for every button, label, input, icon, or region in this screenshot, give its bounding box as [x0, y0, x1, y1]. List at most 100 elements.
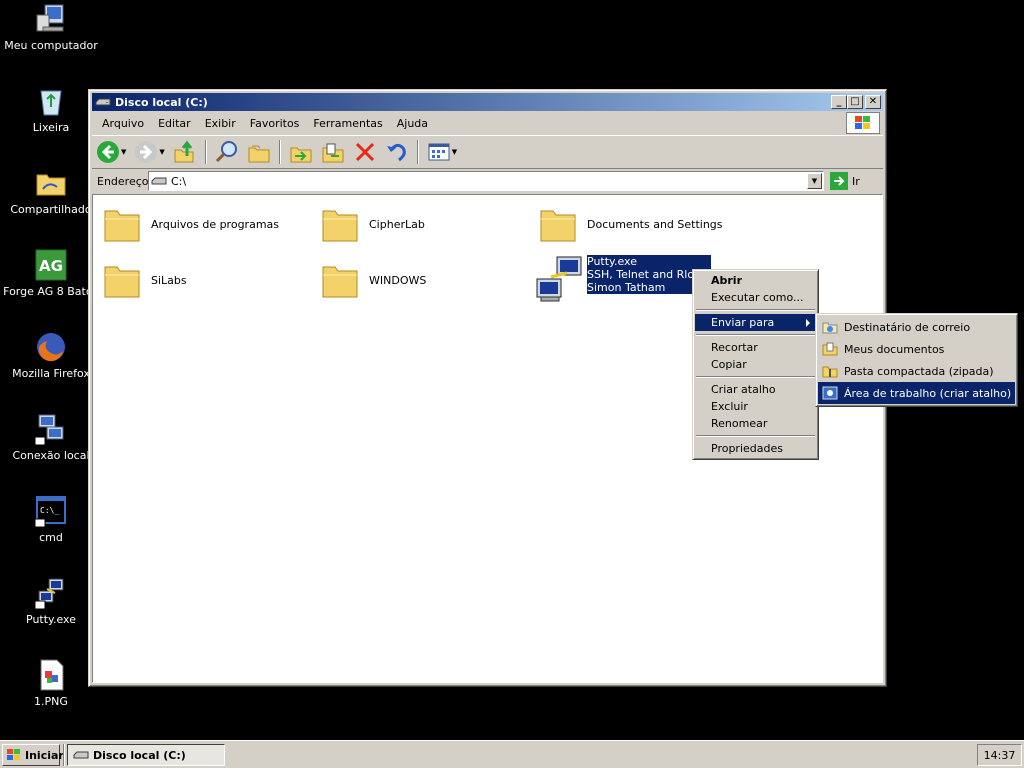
desktop-icon-my-computer[interactable]: Meu computador: [3, 3, 99, 52]
menu-item-create-shortcut[interactable]: Criar atalho: [695, 381, 816, 398]
windows-logo-icon: [6, 748, 22, 762]
views-dropdown-icon[interactable]: ▼: [452, 148, 457, 156]
maximize-button[interactable]: □: [847, 95, 863, 109]
back-arrow-icon: [97, 141, 119, 163]
windows-logo-icon: [846, 112, 880, 134]
search-button[interactable]: [213, 138, 241, 166]
file-item[interactable]: Documents and Settings: [539, 205, 723, 243]
send-to-submenu: Destinatário de correio Meus documentos …: [815, 313, 1018, 407]
drive-icon: [95, 96, 111, 108]
folder-icon: [322, 210, 358, 242]
menu-item-run-as[interactable]: Executar como...: [695, 289, 816, 306]
views-icon: [428, 143, 450, 161]
forward-arrow-icon: [135, 141, 158, 163]
file-item-selected[interactable]: Putty.exe SSH, Telnet and Rlogin Simon T…: [535, 255, 712, 305]
window-title: Disco local (C:): [115, 95, 208, 109]
putty-icon: [536, 256, 582, 302]
my-documents-icon: [822, 341, 838, 357]
back-button[interactable]: [94, 138, 122, 166]
address-dropdown-icon[interactable]: ▼: [807, 173, 822, 189]
folder-icon: [104, 210, 140, 242]
move-to-icon: [290, 147, 312, 163]
desktop-icon-forge[interactable]: AG Forge AG 8 Batch: [3, 249, 99, 298]
desktop-icon-image[interactable]: 1.PNG: [3, 659, 99, 708]
delete-icon: [355, 142, 374, 162]
start-button[interactable]: Iniciar: [2, 744, 64, 766]
menu-item-delete[interactable]: Excluir: [695, 398, 816, 415]
folder-icon: [104, 266, 140, 298]
svg-text:C:\_: C:\_: [40, 506, 59, 515]
copy-to-button[interactable]: [319, 138, 347, 166]
menu-arquivo[interactable]: Arquivo: [95, 117, 151, 130]
context-menu: Abrir Executar como... Enviar para Recor…: [692, 269, 819, 460]
toolbar: ▼ ▼ ▼: [92, 135, 883, 169]
drive-icon: [151, 175, 167, 187]
mail-recipient-icon: [822, 319, 838, 335]
desktop-icon-putty[interactable]: Putty.exe: [3, 577, 99, 626]
up-folder-button[interactable]: [171, 138, 199, 166]
file-name: Putty.exe: [587, 255, 712, 268]
send-to-zip-folder[interactable]: Pasta compactada (zipada): [818, 360, 1015, 382]
address-input[interactable]: C:\ ▼: [148, 171, 824, 191]
minimize-button[interactable]: _: [831, 95, 847, 109]
cmd-icon: C:\_: [34, 495, 67, 528]
desktop-icon-network[interactable]: Conexão local: [3, 413, 99, 462]
file-item[interactable]: SiLabs: [103, 261, 187, 299]
menu-favoritos[interactable]: Favoritos: [243, 117, 307, 130]
menu-item-rename[interactable]: Renomear: [695, 415, 816, 432]
move-to-button[interactable]: [287, 138, 315, 166]
submenu-arrow-icon: [806, 319, 810, 327]
copy-to-icon: [322, 143, 344, 163]
search-icon: [215, 141, 237, 163]
forward-button[interactable]: [132, 138, 160, 166]
network-connection-icon: [34, 413, 67, 446]
desktop-icon-cmd[interactable]: C:\_ cmd: [3, 495, 99, 544]
menu-ferramentas[interactable]: Ferramentas: [306, 117, 389, 130]
menu-ajuda[interactable]: Ajuda: [390, 117, 435, 130]
menu-exibir[interactable]: Exibir: [198, 117, 243, 130]
send-to-my-documents[interactable]: Meus documentos: [818, 338, 1015, 360]
address-label: Endereço: [97, 174, 149, 188]
menu-item-cut[interactable]: Recortar: [695, 339, 816, 356]
send-to-desktop-shortcut[interactable]: Área de trabalho (criar atalho): [818, 382, 1015, 404]
file-item[interactable]: Arquivos de programas: [103, 205, 279, 243]
menu-item-properties[interactable]: Propriedades: [695, 440, 816, 457]
putty-icon: [34, 577, 67, 610]
firefox-icon: [35, 331, 67, 363]
ag-app-icon: AG: [35, 249, 67, 281]
back-dropdown-icon[interactable]: ▼: [121, 148, 126, 156]
image-file-icon: [35, 659, 67, 691]
undo-button[interactable]: [383, 138, 411, 166]
folder-icon: [35, 167, 67, 199]
go-arrow-icon: [830, 172, 848, 190]
address-value: C:\: [171, 174, 187, 188]
send-to-mail-recipient[interactable]: Destinatário de correio: [818, 316, 1015, 338]
drive-icon: [73, 749, 89, 761]
menu-item-open[interactable]: Abrir: [695, 272, 816, 289]
menu-editar[interactable]: Editar: [151, 117, 198, 130]
folders-button[interactable]: [245, 138, 273, 166]
views-button[interactable]: [425, 138, 453, 166]
close-button[interactable]: ✕: [865, 95, 881, 109]
folder-icon: [540, 210, 576, 242]
up-folder-icon: [174, 140, 194, 163]
file-item[interactable]: CipherLab: [321, 205, 425, 243]
file-item[interactable]: WINDOWS: [321, 261, 426, 299]
menu-bar: Arquivo Editar Exibir Favoritos Ferramen…: [92, 113, 842, 133]
system-tray-clock[interactable]: 14:37: [977, 744, 1022, 766]
computer-icon: [35, 3, 67, 35]
desktop-icon-shared[interactable]: Compartilhado: [3, 167, 99, 216]
taskbar-window-button[interactable]: Disco local (C:): [67, 744, 225, 766]
zip-folder-icon: [822, 363, 838, 379]
menu-item-copy[interactable]: Copiar: [695, 356, 816, 373]
desktop-icon-firefox[interactable]: Mozilla Firefox: [3, 331, 99, 380]
undo-icon: [386, 143, 406, 162]
menu-item-send-to[interactable]: Enviar para: [695, 314, 816, 331]
go-button[interactable]: Ir: [830, 171, 860, 191]
svg-text:AG: AG: [39, 257, 63, 275]
delete-button[interactable]: [351, 138, 379, 166]
desktop-icon-recycle-bin[interactable]: Lixeira: [3, 85, 99, 134]
folders-icon: [248, 145, 270, 163]
forward-dropdown-icon[interactable]: ▼: [159, 148, 164, 156]
title-bar[interactable]: Disco local (C:) _ □ ✕: [92, 93, 883, 111]
